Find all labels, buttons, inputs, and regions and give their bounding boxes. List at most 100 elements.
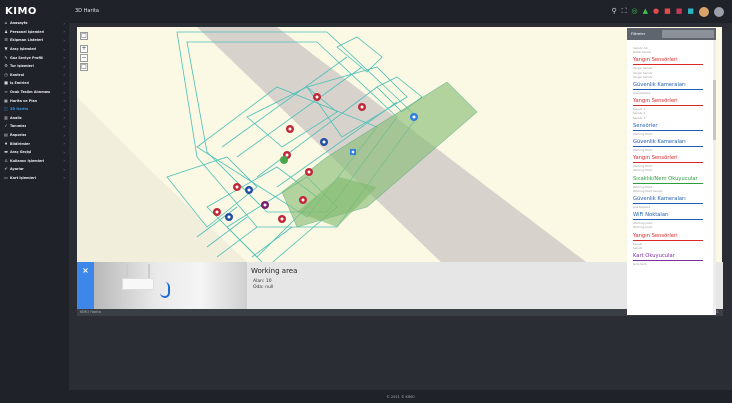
filter-search-input[interactable] [662, 30, 714, 38]
filter-group-divider [633, 203, 703, 204]
sidebar-item-6[interactable]: ◷ Kontrol › [0, 71, 69, 80]
filter-group-title[interactable]: Sensörler [633, 123, 658, 129]
chevron-right-icon: › [63, 63, 65, 69]
sidebar-item-label: Bildirimler [10, 141, 30, 146]
filter-group-divider [633, 162, 703, 163]
filter-group-divider [633, 64, 703, 66]
sidebar-item-16[interactable]: ♙ Kullanıcı İşlemleri › [0, 157, 69, 166]
gas-icon: ✎ [4, 54, 8, 60]
filter-group-title[interactable]: Yangın Sensörleri [633, 57, 678, 63]
router-image [122, 278, 154, 290]
sidebar-item-3[interactable]: ▼ Araç İşlemleri › [0, 45, 69, 54]
sidebar-item-10[interactable]: ◫ 3D Harita › [0, 105, 69, 114]
sidebar-item-label: Tur İşlemleri [10, 64, 34, 69]
filter-item[interactable]: Working Point [633, 132, 705, 136]
sidebar-item-8[interactable]: ≈ Ocak Teslim Alınması › [0, 88, 69, 97]
chevron-right-icon: › [63, 89, 65, 95]
filter-item[interactable]: Sensör [633, 246, 705, 250]
zoom-out-button[interactable]: − [80, 54, 88, 62]
sidebar-item-17[interactable]: ✔ Ayarlar › [0, 165, 69, 174]
info-label: Oda [253, 285, 263, 290]
filter-item-label: Sensör [633, 245, 643, 250]
filter-item-label: Dahili Sensör [633, 50, 652, 55]
lock-icon[interactable]: ▲ [643, 8, 648, 15]
chevron-right-icon: › [63, 106, 65, 112]
sidebar-item-12[interactable]: ✓ Tanımlar › [0, 122, 69, 131]
sidebar-item-label: 3D Harita [10, 107, 29, 112]
sidebar-item-5[interactable]: ⚙ Tur İşlemleri › [0, 62, 69, 71]
flag-en-icon[interactable]: ■ [676, 8, 683, 15]
close-info-button[interactable]: × [77, 262, 94, 309]
filter-scrollbar[interactable] [713, 40, 716, 315]
filter-item[interactable]: Ana Kamera [633, 91, 705, 95]
chevron-right-icon: › [63, 132, 65, 138]
signal-icon: ≈ [4, 89, 8, 95]
info-label: Alan [253, 279, 263, 284]
filter-group-title[interactable]: Yangın Sensörleri [633, 233, 678, 239]
filter-group-title[interactable]: Yangın Sensörleri [633, 155, 678, 161]
reset-view-button[interactable]: □ [80, 63, 88, 71]
sidebar-item-label: Gaz Seviye Profili [10, 55, 44, 60]
filter-group-divider [633, 89, 703, 90]
sidebar-item-15[interactable]: ▬ Araç Geçişi › [0, 148, 69, 157]
filter-group-title[interactable]: Kart Okuyucular [633, 253, 675, 259]
alert-icon[interactable]: ● [653, 8, 659, 15]
users-icon: ♟ [4, 28, 8, 34]
filter-item[interactable]: Working Point [633, 148, 705, 152]
sidebar-item-label: Kart İşlemleri [10, 175, 36, 180]
flag-tr-icon[interactable]: ■ [664, 8, 671, 15]
filter-group-title[interactable]: Yangın Sensörleri [633, 98, 678, 104]
filter-group-divider [633, 219, 703, 220]
info-value: 10 [265, 279, 272, 284]
sidebar-item-0[interactable]: ⌂ Anasayfa › [0, 19, 69, 28]
filter-group-title[interactable]: Güvenlik Kameraları [633, 82, 686, 88]
filter-group-title[interactable]: Güvenlik Kameraları [633, 139, 686, 145]
sidebar-item-label: Tanımlar [10, 124, 27, 129]
sidebar-item-18[interactable]: ▭ Kart İşlemleri › [0, 174, 69, 183]
filter-item[interactable]: Ana Kamera [633, 205, 705, 209]
filter-item[interactable]: Working Point [633, 168, 705, 172]
chevron-right-icon: › [63, 149, 65, 155]
filter-item[interactable]: Giriş Kartı [633, 262, 705, 266]
status-icon[interactable]: ◎ [632, 8, 638, 15]
filter-item-label: Sensör 3 [633, 115, 646, 120]
sidebar-item-14[interactable]: ♦ Bildirimler › [0, 139, 69, 148]
info-value: null [265, 285, 274, 290]
map-footer-left: KİMO Harita [80, 310, 101, 314]
filter-item[interactable]: Dahili Sensör [633, 50, 705, 54]
chevron-right-icon: › [63, 141, 65, 147]
filter-group-title[interactable]: WiFi Noktaları [633, 212, 669, 218]
filter-group-title[interactable]: Sıcaklık/Nem Okuyucular [633, 176, 698, 182]
avatar-2[interactable] [714, 6, 724, 17]
info-row-room: Oda: null [253, 285, 274, 290]
filter-item-label: Giriş Kartı [633, 262, 647, 266]
sidebar-item-7[interactable]: ■ İş Emirleri › [0, 79, 69, 88]
search-icon[interactable]: ⚲ [611, 8, 616, 15]
fullscreen-icon[interactable]: ⛶ [622, 8, 627, 15]
app-logo[interactable]: KIMO [5, 6, 37, 17]
info-heading: Working area [251, 267, 298, 275]
layers-button[interactable]: □ [80, 32, 88, 40]
zoom-in-button[interactable]: + [80, 45, 88, 53]
grid-icon[interactable]: ■ [687, 8, 694, 15]
filter-item[interactable]: Sensör 3 [633, 116, 705, 120]
chevron-right-icon: › [63, 166, 65, 172]
copyright-text: © 2021 © KİMO [386, 395, 415, 399]
sidebar-item-2[interactable]: ☰ Ekipman Listeleri › [0, 36, 69, 45]
sidebar-item-label: Ayarlar [10, 167, 24, 172]
sidebar-item-9[interactable]: ▦ Harita ve Plan › [0, 96, 69, 105]
sidebar-item-13[interactable]: ▤ Raporlar › [0, 131, 69, 140]
avatar-1[interactable] [699, 6, 709, 17]
filter-item[interactable]: Yangın Sensör [633, 75, 705, 79]
sidebar-item-1[interactable]: ♟ Personel İşlemleri › [0, 28, 69, 37]
filter-item-label: Working Point [633, 131, 653, 136]
filter-group-title[interactable]: Güvenlik Kameraları [633, 196, 686, 202]
filter-tab[interactable]: Filtreler [631, 31, 645, 36]
sidebar-item-4[interactable]: ✎ Gaz Seviye Profili › [0, 53, 69, 62]
filter-item[interactable]: Working point [633, 225, 705, 229]
scrollbar-thumb[interactable] [713, 80, 716, 140]
filter-item[interactable]: Working Point Sensör [633, 189, 705, 193]
sidebar-item-label: İş Emirleri [10, 81, 30, 86]
filter-item-label: Working point [633, 225, 653, 230]
sidebar-item-11[interactable]: ▥ Analiz › [0, 114, 69, 123]
